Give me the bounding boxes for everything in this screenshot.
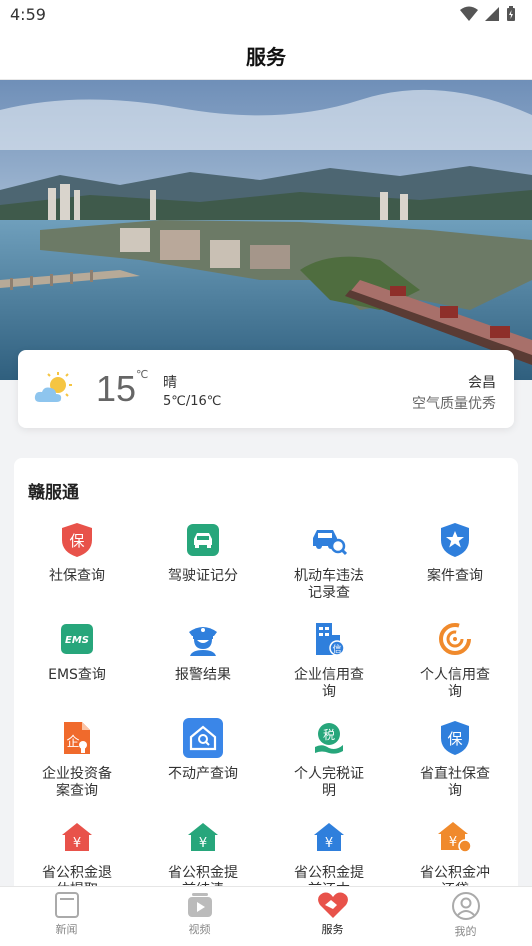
air-quality: 空气质量优秀 bbox=[412, 396, 496, 412]
panel-title: 赣服通 bbox=[28, 483, 79, 503]
tab-news[interactable]: 新闻 bbox=[0, 887, 133, 946]
tab-label: 视频 bbox=[188, 923, 211, 936]
service-tax-certificate[interactable]: 税 个人完税证明 bbox=[266, 714, 392, 813]
status-bar: 4:59 bbox=[0, 0, 532, 30]
service-label: 不动产查询 bbox=[168, 766, 238, 782]
service-social-security[interactable]: 保 社保查询 bbox=[14, 516, 140, 615]
ems-icon: EMS bbox=[61, 624, 93, 654]
services-grid: 保 社保查询 驾驶证记分 机动车违法记录查 案件查询 EMS EMS查询 报警结… bbox=[14, 516, 518, 898]
svg-text:¥: ¥ bbox=[73, 836, 81, 851]
service-real-estate[interactable]: 不动产查询 bbox=[140, 714, 266, 813]
svg-text:保: 保 bbox=[447, 730, 462, 748]
service-ems[interactable]: EMS EMS查询 bbox=[14, 615, 140, 714]
status-time: 4:59 bbox=[10, 5, 46, 24]
tab-label: 服务 bbox=[321, 923, 344, 936]
service-label: 驾驶证记分 bbox=[168, 568, 238, 584]
wifi-icon bbox=[460, 6, 478, 21]
service-police-report[interactable]: 报警结果 bbox=[140, 615, 266, 714]
tab-profile[interactable]: 我的 bbox=[399, 887, 532, 946]
city-landscape-illustration bbox=[0, 80, 532, 380]
provincial-social-security-icon: 保 bbox=[441, 721, 469, 755]
svg-text:EMS: EMS bbox=[65, 635, 89, 646]
service-enterprise-credit[interactable]: 信 企业信用查询 bbox=[266, 615, 392, 714]
tab-label: 新闻 bbox=[55, 923, 78, 936]
service-label: 企业信用查询 bbox=[294, 667, 364, 700]
service-label: 机动车违法记录查 bbox=[294, 568, 364, 601]
real-estate-house-icon bbox=[183, 718, 223, 758]
service-label: 省直社保查询 bbox=[420, 766, 490, 799]
sunny-cloud-icon bbox=[34, 372, 72, 402]
service-vehicle-violation[interactable]: 机动车违法记录查 bbox=[266, 516, 392, 615]
police-badge-icon bbox=[441, 523, 469, 557]
svg-text:税: 税 bbox=[323, 728, 335, 742]
social-security-shield-icon: 保 bbox=[62, 523, 92, 557]
city-name: 会昌 bbox=[468, 375, 496, 391]
signal-icon bbox=[485, 7, 499, 21]
service-investment-filing[interactable]: 企 企业投资备案查询 bbox=[14, 714, 140, 813]
service-handshake-icon bbox=[317, 892, 348, 918]
app-header: 服务 bbox=[0, 30, 532, 80]
housing-fund-green-icon: ¥ bbox=[188, 823, 218, 851]
temperature-range: 5℃/16℃ bbox=[163, 394, 222, 409]
page-title: 服务 bbox=[246, 45, 286, 69]
car-search-icon bbox=[313, 530, 347, 556]
tab-video[interactable]: 视频 bbox=[133, 887, 266, 946]
svg-text:¥: ¥ bbox=[325, 836, 333, 851]
service-label: 个人信用查询 bbox=[420, 667, 490, 700]
news-icon bbox=[54, 892, 79, 918]
service-label: 企业投资备案查询 bbox=[42, 766, 112, 799]
housing-fund-orange-icon: ¥ bbox=[438, 822, 472, 853]
service-provincial-social-security[interactable]: 保 省直社保查询 bbox=[392, 714, 518, 813]
service-label: 案件查询 bbox=[427, 568, 483, 584]
weather-condition: 晴 bbox=[163, 375, 177, 391]
temperature-unit: ℃ bbox=[136, 368, 149, 381]
service-label: 报警结果 bbox=[175, 667, 231, 683]
profile-icon bbox=[451, 892, 480, 920]
service-case-query[interactable]: 案件查询 bbox=[392, 516, 518, 615]
tab-label: 我的 bbox=[454, 925, 477, 938]
personal-credit-icon bbox=[439, 623, 471, 655]
banner-image[interactable] bbox=[0, 80, 532, 380]
housing-fund-blue-icon: ¥ bbox=[314, 823, 344, 851]
police-officer-icon bbox=[189, 627, 217, 656]
service-label: 社保查询 bbox=[49, 568, 105, 584]
svg-text:¥: ¥ bbox=[449, 835, 457, 850]
service-label: EMS查询 bbox=[48, 667, 106, 683]
svg-text:保: 保 bbox=[69, 532, 84, 550]
housing-fund-red-icon: ¥ bbox=[62, 823, 92, 851]
tax-certificate-icon: 税 bbox=[315, 723, 343, 754]
svg-text:企: 企 bbox=[66, 734, 79, 750]
weather-card[interactable]: 15 ℃ 晴 5℃/16℃ 会昌 空气质量优秀 bbox=[18, 350, 514, 428]
video-icon bbox=[187, 893, 212, 917]
investment-document-icon: 企 bbox=[64, 722, 90, 754]
bottom-tab-bar: 新闻 视频 服务 我的 bbox=[0, 886, 532, 946]
service-personal-credit[interactable]: 个人信用查询 bbox=[392, 615, 518, 714]
services-panel: 赣服通 保 社保查询 驾驶证记分 机动车违法记录查 案件查询 EMS EMS查询… bbox=[14, 458, 518, 898]
enterprise-credit-icon: 信 bbox=[316, 623, 345, 656]
car-license-icon bbox=[187, 524, 219, 556]
service-license-points[interactable]: 驾驶证记分 bbox=[140, 516, 266, 615]
status-icons bbox=[460, 6, 516, 22]
service-label: 个人完税证明 bbox=[294, 766, 364, 799]
svg-text:信: 信 bbox=[332, 643, 341, 655]
svg-text:¥: ¥ bbox=[199, 836, 207, 851]
temperature-value: 15 bbox=[96, 368, 137, 409]
tab-service[interactable]: 服务 bbox=[266, 887, 399, 946]
battery-icon bbox=[507, 6, 515, 21]
